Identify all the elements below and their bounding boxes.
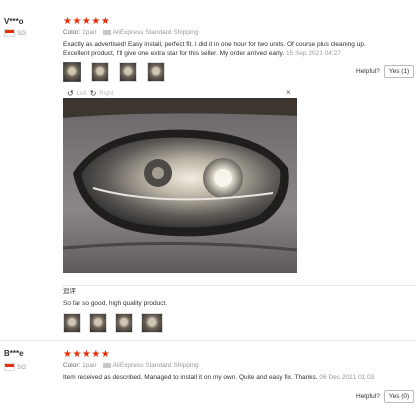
color-info: Color: 1pair xyxy=(63,362,97,369)
star-rating: ★★★★★ xyxy=(63,349,111,360)
country-code: SG xyxy=(17,29,27,37)
close-viewer-icon[interactable]: × xyxy=(286,88,291,97)
helpful-section: Helpful? Yes (1) xyxy=(356,65,415,78)
rotate-left-label[interactable]: Left xyxy=(77,91,87,97)
shipping-info: AliExpress Standard Shipping xyxy=(102,362,199,369)
review-photo-thumb[interactable] xyxy=(89,313,107,333)
shipping-icon xyxy=(102,29,111,35)
rotate-right-label[interactable]: Right xyxy=(99,91,113,97)
singapore-flag-icon xyxy=(4,363,15,371)
helpful-label: Helpful? xyxy=(356,393,380,400)
review-text: Exactly as advertised! Easy install, per… xyxy=(63,41,366,57)
singapore-flag-icon xyxy=(4,29,15,37)
review-photo-thumb[interactable] xyxy=(119,62,137,82)
helpful-yes-button[interactable]: Yes (0) xyxy=(383,390,415,403)
review-meta: Color: 1pair AliExpress Standard Shippin… xyxy=(63,29,199,36)
review-text: Item received as described. Managed to i… xyxy=(63,374,375,381)
helpful-label: Helpful? xyxy=(356,68,380,75)
rotate-left-icon[interactable]: ↺ xyxy=(67,89,74,98)
shipping-info: AliExpress Standard Shipping xyxy=(102,29,199,36)
reviewer-country: SG xyxy=(4,29,26,37)
rotate-right-icon[interactable]: ↻ xyxy=(90,89,97,98)
country-code: SG xyxy=(17,363,27,371)
image-viewer-toolbar: ↺ Left ↻ Right xyxy=(67,89,113,98)
divider xyxy=(63,285,416,286)
shipping-icon xyxy=(102,362,111,368)
review-photo-thumb[interactable] xyxy=(115,313,133,333)
additional-review-label: 追评 xyxy=(63,288,76,295)
review-meta: Color: 1pair AliExpress Standard Shippin… xyxy=(63,362,199,369)
review-photo-thumb[interactable] xyxy=(141,313,163,333)
reviewer-name: V***o xyxy=(4,17,24,26)
additional-review-text: So far so good, high quality product. xyxy=(63,300,168,307)
review-photo-thumb[interactable] xyxy=(147,62,165,82)
helpful-section: Helpful? Yes (0) xyxy=(356,390,415,403)
review-photo-thumb[interactable] xyxy=(63,62,81,82)
reviewer-country: SG xyxy=(4,363,26,371)
reviewer-name: B***e xyxy=(4,349,24,358)
helpful-yes-button[interactable]: Yes (1) xyxy=(383,65,415,78)
review-photo-thumb[interactable] xyxy=(91,62,109,82)
star-rating: ★★★★★ xyxy=(63,16,111,27)
color-info: Color: 1pair xyxy=(63,29,97,36)
review-date: 06 Dec 2021 01:03 xyxy=(319,374,375,381)
additional-review-photos xyxy=(63,313,163,333)
review-date: 15 Sep 2021 04:27 xyxy=(285,50,341,57)
review-separator xyxy=(0,340,416,341)
headlight-photo xyxy=(62,98,298,273)
review-photo-thumb[interactable] xyxy=(63,313,81,333)
review-photos xyxy=(63,62,165,82)
review-photo-large xyxy=(62,98,298,273)
